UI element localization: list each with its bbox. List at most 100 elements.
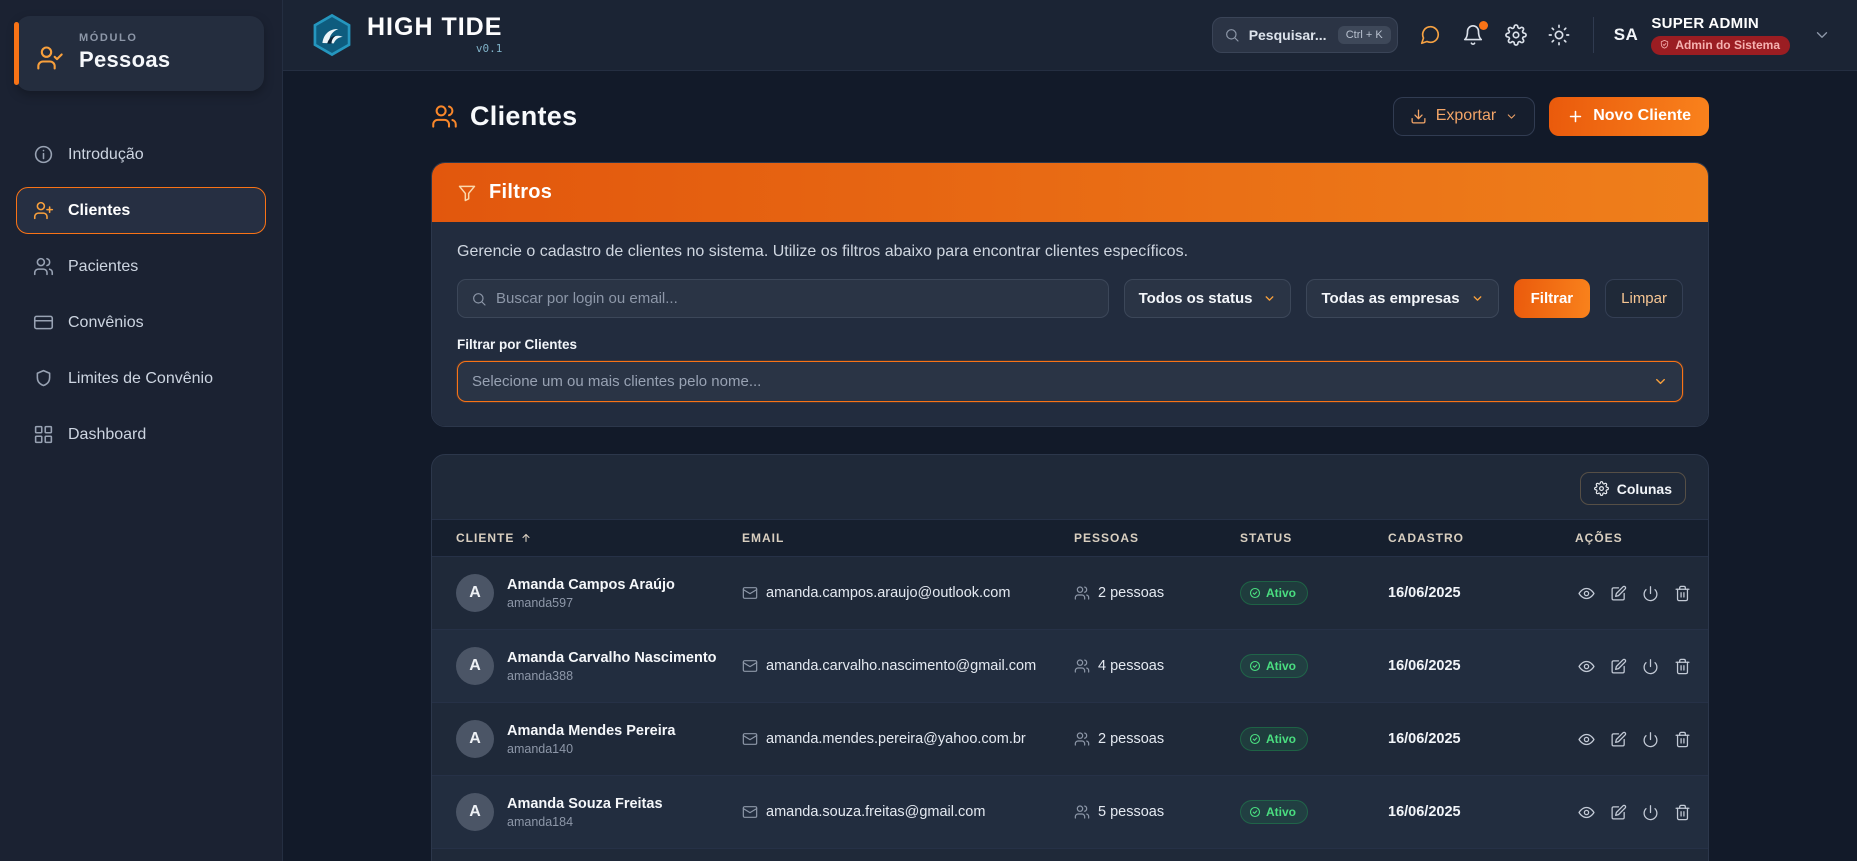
client-search-input[interactable] [496, 290, 1095, 307]
clear-button[interactable]: Limpar [1605, 279, 1683, 318]
delete-button[interactable] [1671, 728, 1694, 751]
client-name: Amanda Campos Araújo [507, 576, 675, 593]
table-row[interactable]: A Amanda Souza Freitas amanda184 amanda.… [432, 776, 1708, 849]
view-button[interactable] [1575, 801, 1598, 824]
filters-panel-body: Gerencie o cadastro de clientes no siste… [432, 222, 1708, 426]
view-button[interactable] [1575, 728, 1598, 751]
edit-button[interactable] [1607, 728, 1630, 751]
email-cell: amanda.mendes.pereira@yahoo.com.br [742, 731, 1074, 747]
edit-button[interactable] [1607, 655, 1630, 678]
sidebar-item-pacientes[interactable]: Pacientes [16, 243, 266, 290]
deactivate-button[interactable] [1639, 801, 1662, 824]
view-button[interactable] [1575, 582, 1598, 605]
mail-icon [742, 731, 758, 747]
sidebar-item-dashboard[interactable]: Dashboard [16, 411, 266, 458]
export-button[interactable]: Exportar [1392, 96, 1536, 136]
sidebar-item-introducao[interactable]: Introdução [16, 131, 266, 178]
column-header-cliente[interactable]: CLIENTE [456, 531, 742, 545]
edit-icon [1610, 731, 1627, 748]
grid-icon [33, 424, 54, 445]
deactivate-button[interactable] [1639, 655, 1662, 678]
search-icon [1224, 27, 1240, 43]
client-identity: Amanda Mendes Pereira amanda140 [507, 723, 675, 756]
column-header-acoes: AÇÕES [1575, 531, 1623, 545]
sidebar-item-convenios[interactable]: Convênios [16, 299, 266, 346]
deactivate-button[interactable] [1639, 582, 1662, 605]
settings-button[interactable] [1505, 24, 1527, 46]
client-email: amanda.carvalho.nascimento@gmail.com [766, 658, 1037, 674]
company-dropdown[interactable]: Todas as empresas [1306, 279, 1499, 318]
edit-button[interactable] [1607, 582, 1630, 605]
users-icon [431, 103, 458, 130]
status-dropdown[interactable]: Todos os status [1123, 279, 1292, 318]
user-menu[interactable]: SA SUPER ADMIN Admin do Sistema [1614, 15, 1831, 56]
notifications-button[interactable] [1462, 21, 1488, 46]
client-cell: A Amanda Mendes Pereira amanda140 [456, 720, 742, 758]
chevron-down-icon [1263, 292, 1276, 305]
filter-button[interactable]: Filtrar [1513, 279, 1591, 318]
sidebar-item-label: Clientes [68, 201, 131, 219]
new-client-button[interactable]: Novo Cliente [1549, 96, 1709, 136]
people-cell: 5 pessoas [1074, 804, 1240, 820]
chevron-down-icon[interactable] [1813, 26, 1831, 44]
people-count: 2 pessoas [1098, 585, 1165, 601]
brand: HIGH TIDE v0.1 [309, 12, 502, 58]
table-row[interactable]: A Amanda Campos Araújo amanda597 amanda.… [432, 557, 1708, 630]
download-icon [1410, 108, 1427, 125]
delete-button[interactable] [1671, 801, 1694, 824]
brand-name: HIGH TIDE [367, 13, 503, 41]
clients-table-card: Colunas CLIENTE EMAIL PESSOAS STATUS CAD… [431, 454, 1709, 861]
deactivate-button[interactable] [1639, 728, 1662, 751]
gear-icon [1505, 24, 1527, 46]
column-header-cadastro[interactable]: CADASTRO [1388, 531, 1575, 545]
topbar-divider [1592, 17, 1594, 53]
delete-button[interactable] [1671, 655, 1694, 678]
search-icon [471, 291, 487, 307]
sidebar-item-clientes[interactable]: Clientes [16, 187, 266, 234]
client-identity: Amanda Souza Freitas amanda184 [507, 796, 663, 829]
column-header-email[interactable]: EMAIL [742, 531, 1074, 545]
status-dropdown-value: Todos os status [1138, 290, 1253, 307]
module-accent-bar [14, 22, 19, 85]
status-cell: Ativo [1240, 800, 1388, 824]
page-actions: Exportar Novo Cliente [1392, 96, 1709, 136]
sidebar-item-limites-de-convenio[interactable]: Limites de Convênio [16, 355, 266, 402]
clients-multiselect[interactable]: Selecione um ou mais clientes pelo nome.… [457, 361, 1683, 402]
credit-card-icon [33, 312, 54, 333]
chat-button[interactable] [1419, 24, 1441, 46]
filters-panel-header: Filtros [432, 163, 1708, 222]
edit-button[interactable] [1607, 801, 1630, 824]
sidebar-item-label: Convênios [68, 313, 144, 331]
users-icon [1074, 804, 1090, 820]
columns-button-label: Colunas [1616, 480, 1672, 497]
sidebar-nav: Introdução Clientes Pacientes Convênios … [0, 119, 282, 470]
client-name: Amanda Mendes Pereira [507, 722, 676, 739]
actions-cell [1575, 582, 1694, 605]
sidebar: MÓDULO Pessoas Introdução Clientes Pacie… [0, 0, 283, 861]
check-circle-icon [1249, 660, 1261, 672]
column-header-pessoas[interactable]: PESSOAS [1074, 531, 1240, 545]
column-header-status[interactable]: STATUS [1240, 531, 1388, 545]
table-header-row: CLIENTE EMAIL PESSOAS STATUS CADASTRO AÇ… [432, 519, 1708, 557]
columns-button[interactable]: Colunas [1579, 472, 1686, 505]
user-meta: SUPER ADMIN Admin do Sistema [1651, 15, 1790, 56]
people-count: 2 pessoas [1098, 731, 1165, 747]
table-row[interactable]: A Amanda Mendes Pereira amanda140 amanda… [432, 703, 1708, 776]
mail-icon [742, 804, 758, 820]
search-shortcut-badge: Ctrl + K [1337, 26, 1391, 44]
module-selector[interactable]: MÓDULO Pessoas [14, 16, 264, 91]
client-identity: Amanda Carvalho Nascimento amanda388 [507, 650, 717, 683]
chevron-down-icon [1653, 374, 1668, 389]
table-row[interactable]: A Amanda Carvalho Nascimento amanda388 a… [432, 630, 1708, 703]
delete-button[interactable] [1671, 582, 1694, 605]
table-toolbar: Colunas [432, 455, 1708, 519]
client-cell: A Amanda Carvalho Nascimento amanda388 [456, 647, 742, 685]
global-search[interactable]: Pesquisar... Ctrl + K [1211, 17, 1398, 53]
status-label: Ativo [1266, 586, 1296, 600]
view-button[interactable] [1575, 655, 1598, 678]
sidebar-item-label: Introdução [68, 145, 144, 163]
actions-cell [1575, 801, 1694, 824]
trash-icon [1674, 585, 1691, 602]
theme-toggle-button[interactable] [1548, 24, 1570, 46]
eye-icon [1578, 731, 1595, 748]
